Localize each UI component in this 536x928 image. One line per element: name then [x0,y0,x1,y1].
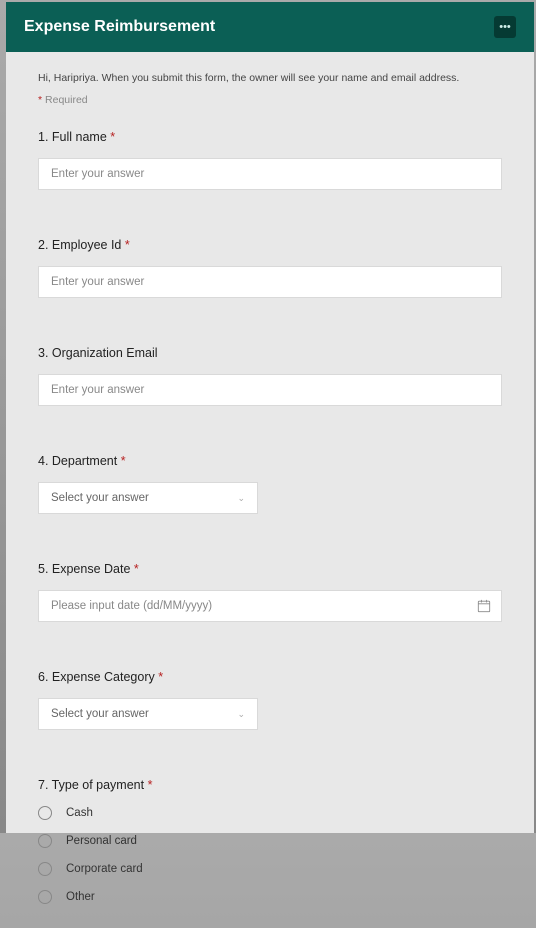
required-asterisk: * [38,94,42,106]
required-asterisk: * [134,562,139,576]
question-label: 3. Organization Email [38,346,502,360]
question-expense-date: 5. Expense Date * [38,562,502,622]
radio-option-other[interactable]: Other [38,890,502,904]
radio-icon [38,834,52,848]
radio-label: Personal card [66,835,137,847]
employee-id-input[interactable] [38,266,502,298]
question-label: 4. Department * [38,454,502,468]
select-placeholder: Select your answer [51,708,149,720]
required-asterisk: * [110,130,115,144]
intro-text: Hi, Haripriya. When you submit this form… [38,72,502,84]
label-text: 6. Expense Category [38,670,155,684]
calendar-icon [477,599,491,613]
question-full-name: 1. Full name * [38,130,502,190]
org-email-input[interactable] [38,374,502,406]
question-expense-category: 6. Expense Category * Select your answer… [38,670,502,730]
full-name-input[interactable] [38,158,502,190]
required-asterisk: * [158,670,163,684]
label-text: 2. Employee Id [38,238,121,252]
expense-date-input[interactable] [38,590,502,622]
radio-icon [38,890,52,904]
question-employee-id: 2. Employee Id * [38,238,502,298]
question-payment-type: 7. Type of payment * Cash Personal card … [38,778,502,904]
radio-label: Cash [66,807,93,819]
form-title: Expense Reimbursement [24,18,215,36]
question-department: 4. Department * Select your answer ⌄ [38,454,502,514]
chevron-down-icon: ⌄ [237,493,245,504]
radio-label: Other [66,891,95,903]
question-label: 7. Type of payment * [38,778,502,792]
radio-option-corporate-card[interactable]: Corporate card [38,862,502,876]
chevron-down-icon: ⌄ [237,709,245,720]
label-text: 7. Type of payment [38,778,144,792]
required-label: Required [45,94,88,106]
label-text: 4. Department [38,454,117,468]
label-text: 1. Full name [38,130,107,144]
date-text-field[interactable] [39,591,477,621]
required-asterisk: * [125,238,130,252]
radio-option-personal-card[interactable]: Personal card [38,834,502,848]
form-body: Hi, Haripriya. When you submit this form… [6,52,534,928]
label-text: 3. Organization Email [38,346,158,360]
form-container: Expense Reimbursement ••• Hi, Haripriya.… [6,2,534,833]
department-select[interactable]: Select your answer ⌄ [38,482,258,514]
question-label: 6. Expense Category * [38,670,502,684]
ellipsis-icon: ••• [499,21,511,33]
question-org-email: 3. Organization Email [38,346,502,406]
radio-icon [38,806,52,820]
more-options-button[interactable]: ••• [494,16,516,38]
radio-label: Corporate card [66,863,143,875]
required-asterisk: * [121,454,126,468]
form-header: Expense Reimbursement ••• [6,2,534,52]
required-asterisk: * [148,778,153,792]
select-placeholder: Select your answer [51,492,149,504]
expense-category-select[interactable]: Select your answer ⌄ [38,698,258,730]
radio-icon [38,862,52,876]
question-label: 1. Full name * [38,130,502,144]
label-text: 5. Expense Date [38,562,130,576]
required-note: * Required [38,94,502,106]
radio-option-cash[interactable]: Cash [38,806,502,820]
question-label: 5. Expense Date * [38,562,502,576]
question-label: 2. Employee Id * [38,238,502,252]
